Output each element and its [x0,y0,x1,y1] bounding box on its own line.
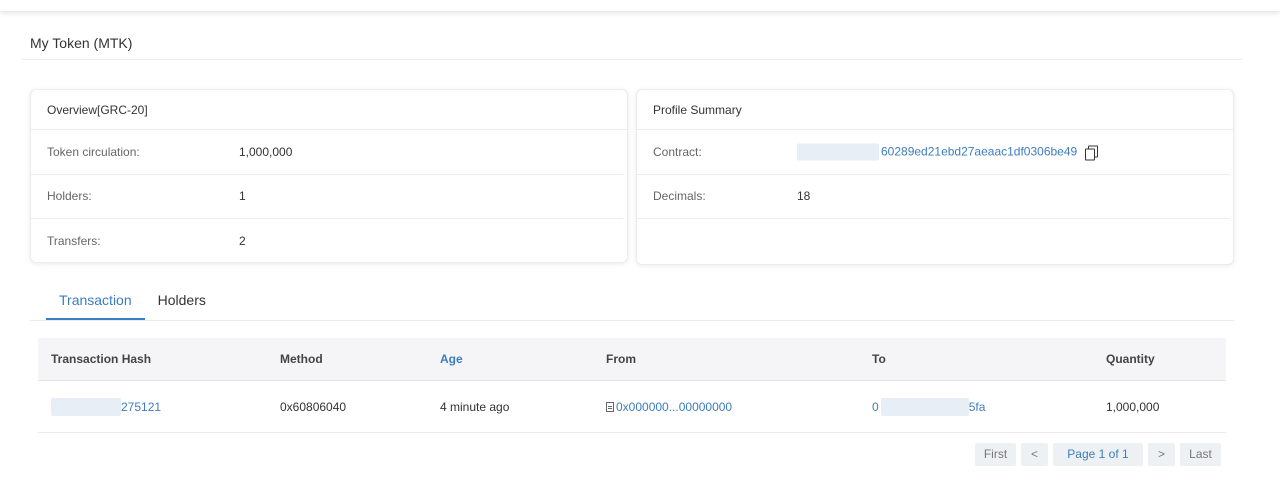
tx-hash-cell: 275121 [51,397,161,416]
decimals-label: Decimals: [653,189,706,204]
profile-row-empty [637,219,1229,264]
contract-label: Contract: [653,144,702,159]
circulation-label: Token circulation: [47,144,140,159]
decimals-value: 18 [797,189,811,204]
top-navbar [0,0,1280,11]
table-row: 275121 0x60806040 4 minute ago 0x000000.… [38,381,1226,433]
last-page-button[interactable]: Last [1180,443,1221,466]
transactions-table: Transaction Hash Method Age From To Quan… [38,338,1226,433]
tab-holders[interactable]: Holders [145,282,219,320]
profile-summary-card: Profile Summary Contract: 60289ed21ebd27… [636,89,1234,265]
page-title: My Token (MTK) [30,35,133,51]
contract-value-wrap: 60289ed21ebd27aeaac1df0306be49 [797,143,1099,161]
redacted-block [51,397,121,416]
quantity-cell: 1,000,000 [1106,399,1160,414]
profile-header: Profile Summary [637,90,1233,130]
first-page-button[interactable]: First [975,443,1016,466]
transfers-value: 2 [239,234,246,249]
from-cell: 0x000000...00000000 [606,400,732,414]
col-to: To [872,352,886,366]
redacted-block [880,397,969,416]
pagination: First < Page 1 of 1 > Last [975,443,1221,466]
prev-page-button[interactable]: < [1021,443,1048,466]
profile-row-contract: Contract: 60289ed21ebd27aeaac1df0306be49 [637,130,1229,175]
to-link-suffix[interactable]: 5fa [969,400,986,414]
tab-bar: Transaction Holders [46,282,219,321]
method-cell: 0x60806040 [280,399,347,414]
contract-doc-icon [606,401,614,412]
contract-link[interactable]: 60289ed21ebd27aeaac1df0306be49 [881,145,1077,159]
holders-label: Holders: [47,189,92,204]
transfers-label: Transfers: [47,234,101,249]
to-link-prefix[interactable]: 0 [872,400,879,414]
overview-header: Overview[GRC-20] [31,90,627,130]
circulation-value: 1,000,000 [239,144,293,159]
current-page-indicator: Page 1 of 1 [1053,443,1143,466]
table-header: Transaction Hash Method Age From To Quan… [38,338,1226,381]
from-link[interactable]: 0x000000...00000000 [616,400,732,414]
tx-hash-link[interactable]: 275121 [121,400,161,414]
col-age[interactable]: Age [440,352,463,366]
age-cell: 4 minute ago [440,399,510,414]
to-cell: 0 5fa [872,397,986,416]
col-transaction-hash: Transaction Hash [51,352,152,366]
next-page-button[interactable]: > [1148,443,1175,466]
redacted-block [797,143,879,161]
overview-row-circulation: Token circulation: 1,000,000 [31,130,623,175]
col-method: Method [280,352,323,366]
title-divider [22,59,1242,60]
overview-row-transfers: Transfers: 2 [31,219,623,262]
col-quantity: Quantity [1106,352,1155,366]
col-from: From [606,352,636,366]
overview-row-holders: Holders: 1 [31,175,623,219]
tabs-divider [30,320,1234,321]
tab-transaction[interactable]: Transaction [46,282,145,320]
holders-value: 1 [239,189,246,204]
profile-row-decimals: Decimals: 18 [637,175,1229,219]
overview-card: Overview[GRC-20] Token circulation: 1,00… [30,89,628,263]
copy-icon[interactable] [1085,145,1099,161]
